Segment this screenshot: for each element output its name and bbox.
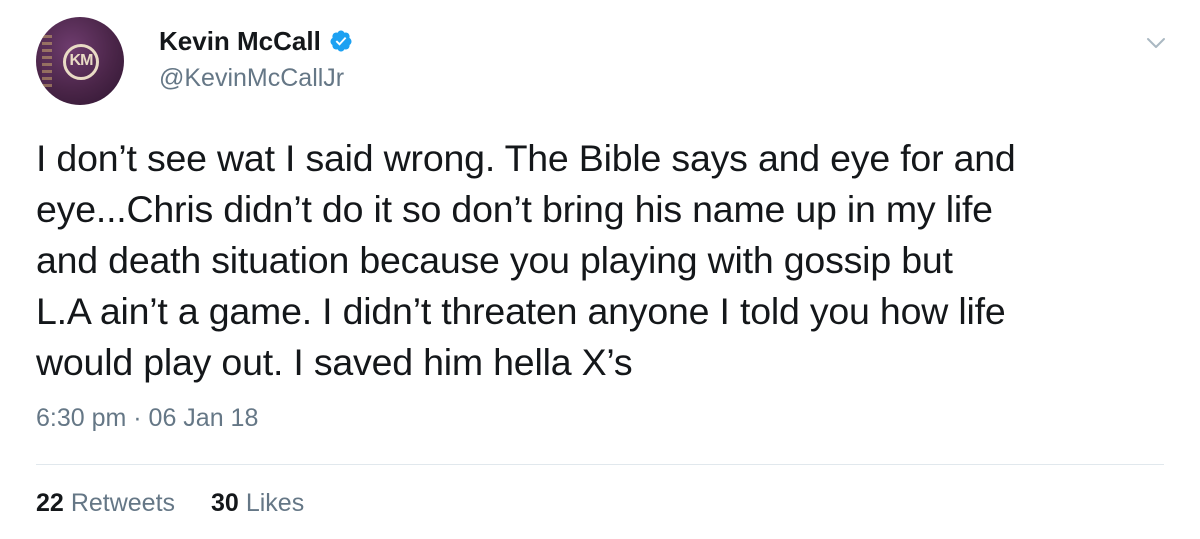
tweet-timestamp[interactable]: 6:30 pm · 06 Jan 18	[36, 404, 258, 433]
tweet-card: KM Kevin McCall @KevinMcCallJr I don’t s…	[0, 0, 1200, 539]
avatar-pattern	[42, 35, 52, 87]
likes-count: 30	[211, 489, 239, 517]
likes-label: Likes	[245, 489, 305, 517]
avatar-monogram: KM	[69, 52, 94, 69]
retweets-count: 22	[36, 489, 64, 517]
tweet-stats: 22 Retweets 30 Likes	[36, 489, 304, 518]
verified-badge-icon	[330, 30, 352, 52]
avatar[interactable]: KM	[36, 17, 124, 105]
retweets-stat[interactable]: 22 Retweets	[36, 489, 175, 518]
user-handle[interactable]: @KevinMcCallJr	[159, 64, 344, 93]
likes-stat[interactable]: 30 Likes	[211, 489, 304, 518]
tweet-text: I don’t see wat I said wrong. The Bible …	[36, 137, 1016, 383]
display-name[interactable]: Kevin McCall	[159, 26, 321, 57]
author-name-row: Kevin McCall	[159, 25, 353, 57]
chevron-down-icon[interactable]	[1146, 36, 1166, 50]
divider	[36, 464, 1164, 465]
retweets-label: Retweets	[70, 489, 176, 517]
